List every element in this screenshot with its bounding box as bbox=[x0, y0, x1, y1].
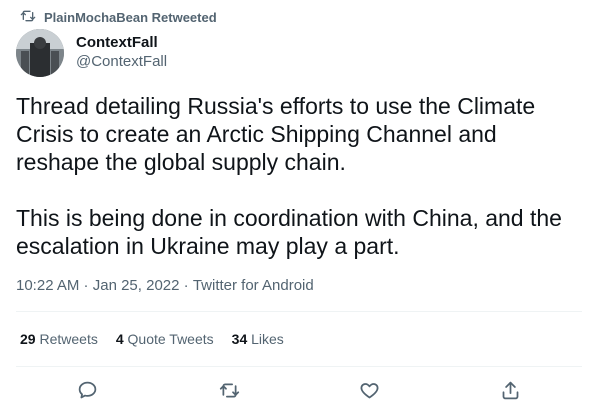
share-icon bbox=[502, 381, 518, 399]
quote-label: Quote Tweets bbox=[127, 331, 214, 347]
retweets-stat[interactable]: 29 Retweets bbox=[20, 331, 98, 347]
engagement-stats: 29 Retweets 4 Quote Tweets 34 Likes bbox=[20, 331, 284, 347]
like-button[interactable] bbox=[354, 375, 384, 405]
tweet-source[interactable]: Twitter for Android bbox=[193, 277, 314, 294]
tweet-date[interactable]: Jan 25, 2022 bbox=[93, 277, 180, 294]
likes-label: Likes bbox=[251, 331, 284, 347]
author-block[interactable]: ContextFall @ContextFall bbox=[76, 33, 167, 71]
reply-button[interactable] bbox=[72, 375, 102, 405]
heart-icon bbox=[360, 382, 378, 398]
meta-separator: · bbox=[179, 277, 193, 294]
tweet-paragraph: This is being done in coordination with … bbox=[16, 205, 562, 259]
handle[interactable]: @ContextFall bbox=[76, 52, 167, 71]
display-name[interactable]: ContextFall bbox=[76, 33, 167, 52]
divider bbox=[16, 311, 582, 312]
retweet-button[interactable] bbox=[214, 375, 244, 405]
meta-separator: · bbox=[79, 277, 93, 294]
avatar[interactable] bbox=[16, 29, 64, 77]
divider bbox=[16, 366, 582, 367]
retweets-count: 29 bbox=[20, 331, 36, 347]
likes-stat[interactable]: 34 Likes bbox=[232, 331, 284, 347]
retweets-label: Retweets bbox=[39, 331, 98, 347]
tweet-paragraph: Thread detailing Russia's efforts to use… bbox=[16, 93, 536, 175]
tweet-text: Thread detailing Russia's efforts to use… bbox=[16, 92, 582, 260]
action-bar bbox=[0, 375, 598, 405]
tweet-time[interactable]: 10:22 AM bbox=[16, 277, 79, 294]
retweet-icon bbox=[20, 8, 36, 27]
social-context[interactable]: PlainMochaBean Retweeted bbox=[20, 7, 217, 27]
likes-count: 34 bbox=[231, 331, 248, 347]
quote-tweets-stat[interactable]: 4 Quote Tweets bbox=[116, 331, 214, 347]
reply-icon bbox=[78, 381, 96, 398]
retweet-icon bbox=[219, 383, 239, 397]
social-context-label: PlainMochaBean Retweeted bbox=[44, 9, 217, 25]
share-button[interactable] bbox=[495, 375, 525, 405]
quote-count: 4 bbox=[115, 331, 124, 347]
tweet-meta: 10:22 AM · Jan 25, 2022 · Twitter for An… bbox=[16, 277, 314, 294]
